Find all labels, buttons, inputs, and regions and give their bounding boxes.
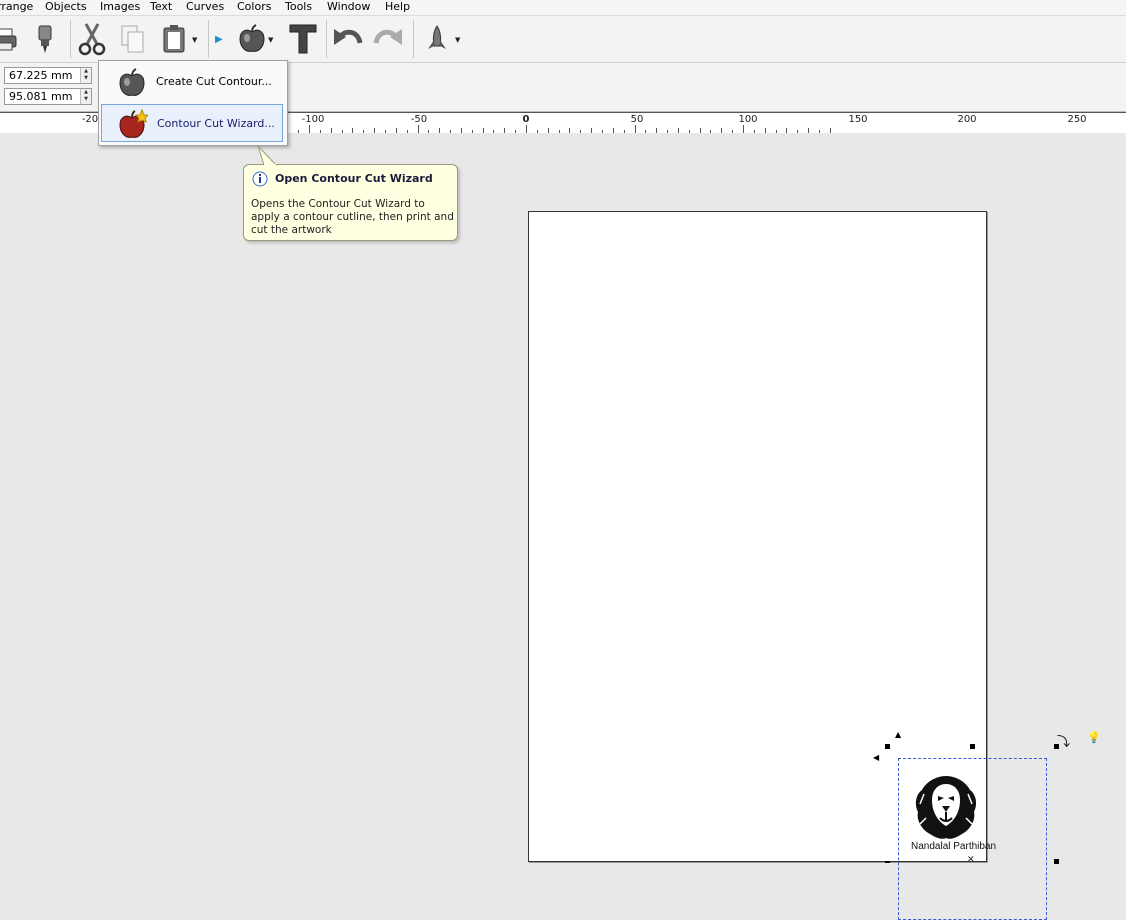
ruler-label: 150: [848, 114, 868, 125]
undo-button[interactable]: [331, 19, 365, 59]
paste-icon: [163, 25, 185, 53]
menu-text[interactable]: Text: [150, 0, 172, 14]
lion-head-icon: [915, 776, 977, 839]
redo-icon: [373, 29, 402, 45]
apple-contour-icon: [239, 24, 265, 52]
y-position-value: 95.081 mm: [9, 90, 73, 103]
cut-button[interactable]: [75, 19, 109, 59]
ruler-label: 50: [630, 114, 644, 125]
menu-bar: rrange Objects Images Text Curves Colors…: [0, 0, 1126, 16]
ruler-tick: [635, 125, 636, 133]
rotate-arrow-up-icon[interactable]: ▲: [895, 730, 901, 739]
apple-wizard-icon: [119, 108, 148, 138]
menu-window[interactable]: Window: [327, 0, 370, 14]
x-position-value: 67.225 mm: [9, 69, 73, 82]
y-position-spinner[interactable]: ▲ ▼: [80, 89, 91, 104]
lion-logo-artwork[interactable]: [912, 774, 980, 840]
redo-button[interactable]: [371, 19, 405, 59]
undo-icon: [334, 29, 363, 45]
send-button[interactable]: [420, 19, 454, 59]
lightbulb-icon[interactable]: 💡: [1087, 731, 1101, 744]
contour-dropdown-menu: Create Cut Contour... Contour Cut Wizard…: [98, 60, 288, 146]
tooltip-title: Open Contour Cut Wizard: [275, 172, 433, 185]
play-arrow-icon: ▶: [215, 34, 223, 45]
ruler-label: 250: [1067, 114, 1087, 125]
tooltip: Open Contour Cut Wizard Opens the Contou…: [243, 164, 458, 241]
resize-handle-bottom-right[interactable]: [1054, 859, 1059, 864]
cutter-button[interactable]: [28, 19, 62, 59]
print-button[interactable]: [0, 19, 24, 59]
x-position-spinner[interactable]: ▲ ▼: [80, 68, 91, 83]
center-cross-icon: ✕: [967, 855, 975, 865]
contour-dropdown-arrow[interactable]: ▼: [268, 36, 273, 44]
menu-images[interactable]: Images: [100, 0, 140, 14]
menu-curves[interactable]: Curves: [186, 0, 224, 14]
ruler-label: 100: [738, 114, 758, 125]
resize-handle-top-right[interactable]: [970, 744, 975, 749]
text-tool-icon: [289, 24, 317, 54]
rocket-icon: [428, 25, 446, 49]
ruler-tick: [526, 125, 527, 133]
y-position-field[interactable]: 95.081 mm ▲ ▼: [4, 88, 92, 105]
printer-icon: [0, 28, 17, 51]
send-dropdown-arrow[interactable]: ▼: [455, 36, 460, 44]
menu-tools[interactable]: Tools: [285, 0, 312, 14]
ruler-label: -100: [301, 114, 325, 125]
rotate-corner-icon[interactable]: ⤵: [1057, 731, 1070, 750]
menu-colors[interactable]: Colors: [237, 0, 271, 14]
scissors-icon: [78, 23, 106, 56]
ruler-label: 200: [957, 114, 977, 125]
info-icon: [252, 171, 268, 187]
paste-button[interactable]: [157, 19, 191, 59]
menu-item-label: Contour Cut Wizard...: [157, 117, 275, 130]
artwork-caption: Nandalal Parthiban: [911, 841, 997, 852]
contour-cut-button[interactable]: [235, 19, 269, 59]
ruler-label: 0: [522, 114, 530, 125]
ruler-tick: [309, 125, 310, 133]
ruler-label: -50: [410, 114, 428, 125]
ruler-tick: [418, 125, 419, 133]
paste-dropdown-arrow[interactable]: ▼: [192, 36, 197, 44]
resize-handle-bottom-left[interactable]: [885, 861, 890, 863]
x-position-field[interactable]: 67.225 mm ▲ ▼: [4, 67, 92, 84]
menu-item-label: Create Cut Contour...: [156, 75, 272, 88]
menu-objects[interactable]: Objects: [45, 0, 87, 14]
copy-button[interactable]: [116, 19, 150, 59]
ruler-tick: [743, 125, 744, 133]
tooltip-body: Opens the Contour Cut Wizard to apply a …: [251, 198, 454, 236]
menu-item-contour-cut-wizard[interactable]: Contour Cut Wizard...: [101, 104, 283, 142]
text-tool-button[interactable]: [286, 19, 320, 59]
cutter-icon: [38, 25, 52, 53]
menu-item-create-cut-contour[interactable]: Create Cut Contour...: [101, 63, 283, 101]
rotate-arrow-left-icon[interactable]: ◀: [873, 753, 879, 762]
copy-icon: [121, 25, 144, 53]
main-toolbar: ▼ ▶ ▼ ▼: [0, 16, 1126, 63]
menu-arrange[interactable]: rrange: [0, 0, 33, 14]
apple-contour-icon: [119, 68, 145, 96]
ruler-label: -20: [81, 114, 99, 125]
menu-help[interactable]: Help: [385, 0, 410, 14]
tooltip-pointer: [257, 146, 278, 166]
resize-handle-top-left[interactable]: [885, 744, 890, 749]
